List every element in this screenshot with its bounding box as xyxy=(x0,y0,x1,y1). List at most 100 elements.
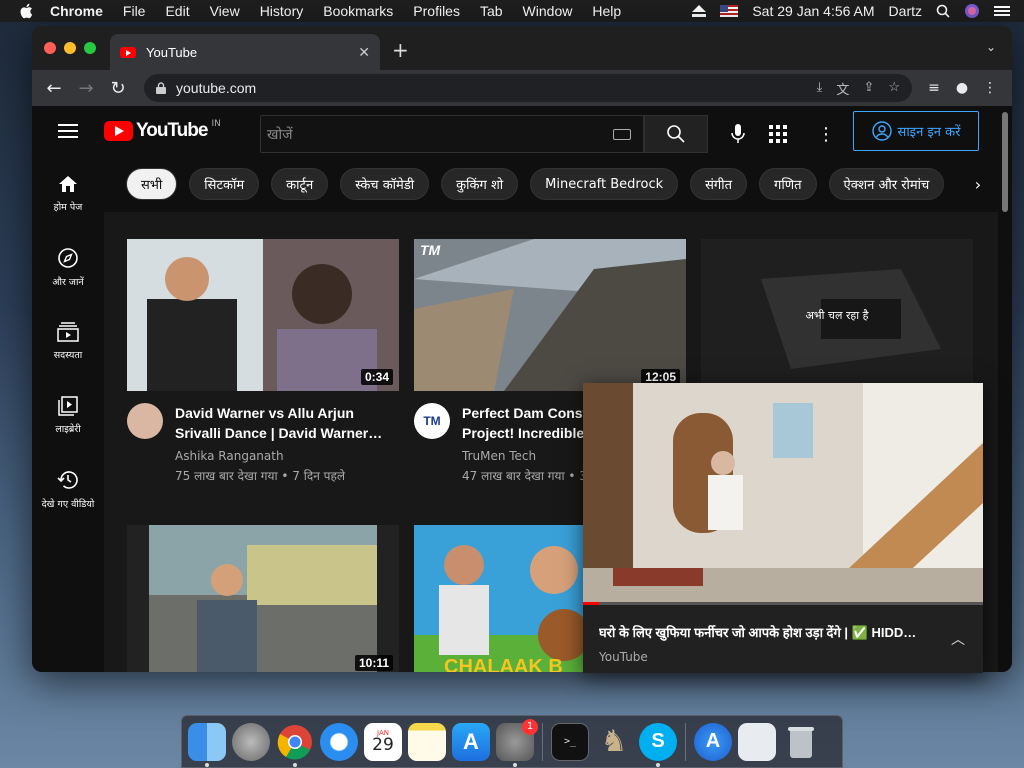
share-icon[interactable]: ⇪ xyxy=(863,79,874,98)
tab-title: YouTube xyxy=(146,44,198,60)
miniplayer-channel[interactable]: YouTube xyxy=(599,650,648,664)
miniplayer-title[interactable]: घरो के लिए खुफिया फर्नीचर जो आपके होश उड… xyxy=(599,623,939,641)
sidebar-item-subscriptions[interactable]: सदस्यता xyxy=(32,304,104,378)
sidebar-item-history[interactable]: देखे गए वीडियो xyxy=(32,452,104,526)
video-card[interactable]: 10:11 xyxy=(127,525,399,672)
dock-app-store-icon[interactable]: A xyxy=(452,722,490,761)
menu-history[interactable]: History xyxy=(260,3,304,19)
new-tab-button[interactable]: + xyxy=(392,38,409,62)
video-thumbnail[interactable]: TM 12:05 xyxy=(414,239,686,391)
dock-system-preferences-icon[interactable]: 1 xyxy=(496,718,538,767)
close-window-button[interactable] xyxy=(44,42,56,54)
menubar-user[interactable]: Dartz xyxy=(889,3,922,19)
lock-icon[interactable] xyxy=(156,82,166,94)
reload-button[interactable]: ↻ xyxy=(104,74,132,102)
profile-icon[interactable]: ● xyxy=(948,74,976,102)
siri-icon[interactable] xyxy=(964,3,980,19)
reading-list-icon[interactable]: ≡ xyxy=(920,74,948,102)
chip-cooking-show[interactable]: कुकिंग शो xyxy=(441,168,519,200)
sidebar-item-library[interactable]: लाइब्रेरी xyxy=(32,378,104,452)
video-thumbnail[interactable]: अभी चल रहा है xyxy=(701,239,973,391)
video-thumbnail[interactable]: 10:11 xyxy=(127,525,399,672)
page-scrollbar[interactable] xyxy=(998,106,1012,672)
menu-file[interactable]: File xyxy=(123,3,146,19)
chip-math[interactable]: गणित xyxy=(759,168,817,200)
dock-finder-icon[interactable] xyxy=(188,722,226,767)
menu-tab[interactable]: Tab xyxy=(480,3,503,19)
close-tab-icon[interactable]: ✕ xyxy=(358,44,370,61)
apple-icon[interactable] xyxy=(18,2,36,20)
video-title[interactable]: David Warner vs Allu Arjun Srivalli Danc… xyxy=(175,403,399,443)
dock-terminal-icon[interactable]: >_ xyxy=(551,722,589,761)
dock-calendar-icon[interactable]: JAN 29 xyxy=(364,722,402,761)
chip-next-arrow-icon[interactable]: › xyxy=(958,168,998,200)
menu-window[interactable]: Window xyxy=(523,3,573,19)
youtube-logo[interactable]: YouTube IN xyxy=(104,119,221,142)
voice-search-button[interactable] xyxy=(722,118,754,150)
channel-avatar[interactable] xyxy=(127,403,163,439)
menu-edit[interactable]: Edit xyxy=(165,3,189,19)
sign-in-button[interactable]: साइन इन करें xyxy=(853,111,979,151)
dock-chess-icon[interactable]: ♞ xyxy=(595,723,633,761)
dock-trash-icon[interactable] xyxy=(782,723,820,761)
control-center-icon[interactable] xyxy=(994,4,1010,18)
menu-help[interactable]: Help xyxy=(592,3,621,19)
menu-profiles[interactable]: Profiles xyxy=(413,3,460,19)
calendar-day: 29 xyxy=(372,735,394,755)
dock-chrome-icon[interactable] xyxy=(276,723,314,767)
bookmark-star-icon[interactable]: ☆ xyxy=(888,79,900,98)
browser-menu-icon[interactable]: ⋮ xyxy=(976,74,1004,102)
dock-documents-icon[interactable] xyxy=(738,722,776,761)
dock-launchpad-icon[interactable] xyxy=(232,722,270,761)
forward-button[interactable]: → xyxy=(72,74,100,102)
zoom-window-button[interactable] xyxy=(84,42,96,54)
chip-sketch-comedy[interactable]: स्केच कॉमेडी xyxy=(340,168,430,200)
dock-notes-icon[interactable] xyxy=(408,722,446,761)
eject-icon[interactable] xyxy=(692,5,707,17)
url-text[interactable]: youtube.com xyxy=(176,80,256,96)
menubar-datetime[interactable]: Sat 29 Jan 4:56 AM xyxy=(752,3,874,19)
search-button[interactable] xyxy=(644,115,708,153)
guide-menu-icon[interactable] xyxy=(58,120,78,142)
translate-icon[interactable]: 文 xyxy=(836,79,849,98)
menu-app-name[interactable]: Chrome xyxy=(50,3,103,19)
chip-action-adventure[interactable]: ऐक्शन और रोमांच xyxy=(828,168,945,200)
dock-skype-icon[interactable]: S xyxy=(639,722,677,767)
dock-app-store-downloads-icon[interactable]: A xyxy=(694,722,732,761)
video-card[interactable]: 0:34 David Warner vs Allu Arjun Srivalli… xyxy=(127,239,399,484)
video-stats: 75 लाख बार देखा गया • 7 दिन पहले xyxy=(175,469,346,483)
miniplayer-video[interactable] xyxy=(583,383,983,605)
menu-bookmarks[interactable]: Bookmarks xyxy=(323,3,393,19)
channel-avatar[interactable]: TM xyxy=(414,403,450,439)
minimize-window-button[interactable] xyxy=(64,42,76,54)
scrollbar-thumb[interactable] xyxy=(1002,112,1008,212)
video-thumbnail[interactable]: 0:34 xyxy=(127,239,399,391)
chip-sitcom[interactable]: सिटकॉम xyxy=(189,168,260,200)
miniplayer[interactable]: घरो के लिए खुफिया फर्नीचर जो आपके होश उड… xyxy=(583,383,983,673)
keyboard-icon[interactable] xyxy=(613,128,631,140)
menu-view[interactable]: View xyxy=(210,3,240,19)
address-bar[interactable]: youtube.com ⤓ 文 ⇪ ☆ xyxy=(144,74,912,102)
dock-safari-icon[interactable] xyxy=(320,722,358,761)
search-input[interactable]: खोजें xyxy=(260,115,644,153)
thumbnail-image xyxy=(127,525,399,672)
chip-minecraft-bedrock[interactable]: Minecraft Bedrock xyxy=(530,168,679,200)
miniplayer-progress-bar[interactable] xyxy=(583,602,983,605)
tab-youtube[interactable]: YouTube ✕ xyxy=(110,34,380,70)
sidebar-item-explore[interactable]: और जानें xyxy=(32,230,104,304)
spotlight-search-icon[interactable] xyxy=(936,4,950,18)
chip-cartoon[interactable]: कार्टून xyxy=(271,168,329,200)
sidebar-item-home[interactable]: होम पेज xyxy=(32,156,104,230)
expand-chevron-up-icon[interactable]: ︿ xyxy=(951,629,965,649)
us-flag-icon[interactable] xyxy=(720,5,739,17)
back-button[interactable]: ← xyxy=(40,74,68,102)
tab-search-chevron-icon[interactable]: ⌄ xyxy=(986,40,996,54)
channel-name[interactable]: Ashika Ranganath xyxy=(175,449,399,463)
settings-dots-icon[interactable]: ⋮ xyxy=(810,118,842,150)
search-placeholder: खोजें xyxy=(267,126,293,143)
install-app-icon[interactable]: ⤓ xyxy=(817,79,823,98)
chip-music[interactable]: संगीत xyxy=(690,168,748,200)
video-card[interactable]: अभी चल रहा है xyxy=(701,239,973,391)
apps-button[interactable] xyxy=(762,118,794,150)
chip-all[interactable]: सभी xyxy=(126,168,178,200)
